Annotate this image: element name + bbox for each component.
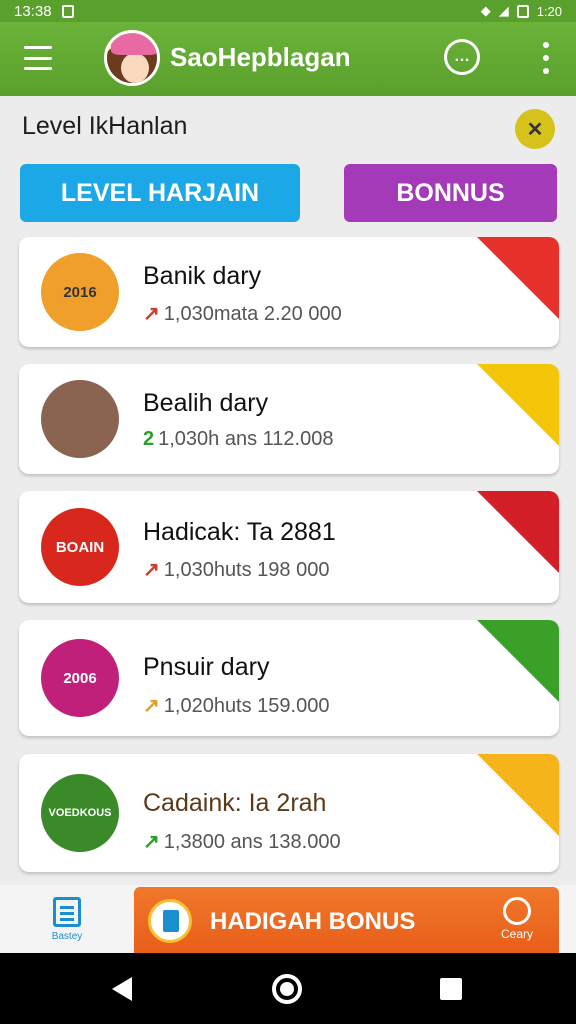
status-battery-text: 1:20 [536,3,562,19]
corner-ribbon [477,754,559,836]
corner-ribbon [477,364,559,446]
card-title: Hadicak: Ta 2881 [143,518,336,546]
corner-ribbon [477,237,559,319]
home-icon[interactable] [272,974,302,1004]
card-icon: VOEDKOUS [41,774,119,852]
chat-icon[interactable]: … [444,39,480,75]
trend-icon: ↗ [143,303,160,325]
bottom-tab-home-label: Bastey [51,930,83,942]
trend-icon: ↗ [143,695,160,717]
card-title: Cadaink: Ia 2rah [143,789,327,817]
card-subtitle: 1,030huts 198 000 [163,559,330,581]
list-item[interactable]: BOAIN Hadicak: Ta 2881 ↗ 1,030huts 198 0… [19,491,559,603]
gift-icon [503,897,531,925]
more-options-icon[interactable] [536,42,556,74]
status-bar: 13:38 ◆ ◢ 1:20 [0,0,576,22]
section-title: Level IkHanlan [22,112,188,140]
card-title: Bealih dary [143,389,269,417]
wifi-icon: ◆ [480,3,491,18]
badge-icon[interactable]: ✕ [515,109,555,149]
card-icon: 2006 [41,639,119,717]
notification-icon [61,4,74,18]
trend-icon: ↗ [143,559,160,581]
bonus-button[interactable]: HADIGAH BONUS Ceary [134,887,559,953]
trend-icon: 2 [143,428,155,450]
card-title: Banik dary [143,262,262,290]
card-subtitle: 1,3800 ans 138.000 [163,831,341,853]
tab-level[interactable]: LEVEL HARJAIN [20,164,300,222]
card-subtitle: 1,030mata 2.20 000 [163,303,342,325]
card-title: Pnsuir dary [143,653,270,681]
card-icon [41,380,119,458]
list-item[interactable]: 2016 Banik dary ↗ 1,030mata 2.20 000 [19,237,559,347]
list-item[interactable]: 2006 Pnsuir dary ↗ 1,020huts 159.000 [19,620,559,736]
corner-ribbon [477,620,559,702]
card-icon: BOAIN [41,508,119,586]
card-icon: 2016 [41,253,119,331]
corner-ribbon [477,491,559,573]
avatar[interactable] [104,30,160,86]
status-time: 13:38 [14,2,52,20]
menu-icon[interactable] [24,46,52,70]
tab-bonus[interactable]: BONNUS [344,164,557,222]
side-action-label: Ceary [500,927,533,941]
app-title: SaoHepblagan [170,42,351,72]
list-item[interactable]: Bealih dary 2 1,030h ans 112.008 [19,364,559,474]
signal-icon: ◢ [498,3,509,18]
bonus-icon [148,899,192,943]
recent-apps-icon[interactable] [440,978,462,1000]
side-action[interactable]: Ceary [495,897,539,941]
bottom-tab-home[interactable]: Bastey [0,885,134,953]
document-icon [53,896,81,927]
card-subtitle: 1,030h ans 112.008 [158,428,334,450]
bonus-label: HADIGAH BONUS [210,908,416,935]
bottom-bar: Bastey HADIGAH BONUS Ceary [0,885,576,953]
battery-icon [516,4,529,18]
system-nav-bar [0,953,576,1024]
trend-icon: ↗ [143,831,160,853]
app-bar: SaoHepblagan … [0,22,576,96]
card-subtitle: 1,020huts 159.000 [163,695,330,717]
list-item[interactable]: VOEDKOUS Cadaink: Ia 2rah ↗ 1,3800 ans 1… [19,754,559,872]
back-icon[interactable] [112,977,132,1001]
